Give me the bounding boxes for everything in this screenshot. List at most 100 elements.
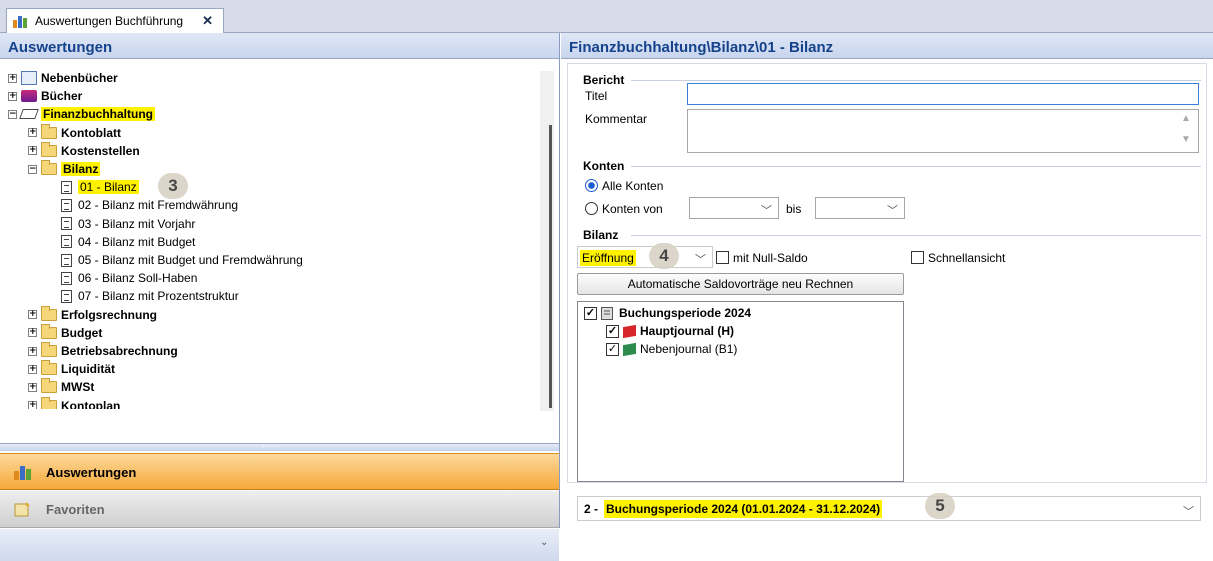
hauptjournal-label: Hauptjournal (H) [640,324,734,338]
folder-icon [41,396,57,409]
tree-node[interactable]: + Kontoplan [28,396,121,409]
expand-icon[interactable]: + [28,401,37,409]
tree-node[interactable]: + Budget [28,323,103,342]
tree-node-label: Kontoplan [61,398,121,409]
collapse-icon[interactable]: − [28,164,37,174]
hauptjournal-node[interactable]: ✓ Hauptjournal (H) [606,324,734,338]
nav-auswertungen[interactable]: Auswertungen [0,453,559,490]
left-panel-title: Auswertungen [0,33,559,59]
tree-node[interactable]: + MWSt [28,378,94,396]
reports-icon [13,14,29,28]
step-badge-4: 4 [649,243,679,269]
tree-node[interactable]: 05 - Bilanz mit Budget und Fremdwährung [48,251,303,269]
nebenjournal-label: Nebenjournal (B1) [640,342,738,356]
tree-node-label: Finanzbuchhaltung [41,107,155,122]
expand-icon[interactable]: + [28,328,37,338]
period-select-value: Buchungsperiode 2024 (01.01.2024 - 31.12… [604,500,883,518]
bis-label: bis [786,202,802,216]
konten-von-select[interactable]: ﹀ [689,197,779,219]
tree-node-label: 01 - Bilanz [78,180,139,195]
folder-icon [41,342,57,357]
nebenjournal-checkbox[interactable]: ✓ [606,342,619,356]
konten-von-label: Konten von [602,202,663,216]
books-icon [21,90,37,103]
tree-node[interactable]: 01 - Bilanz [48,178,139,196]
chevron-down-icon: ﹀ [1183,506,1194,518]
expand-icon[interactable]: + [8,73,17,83]
document-tab-bar: Auswertungen Buchführung ✕ [0,0,1213,33]
document-tab[interactable]: Auswertungen Buchführung ✕ [6,8,224,33]
tree-node[interactable]: + Kostenstellen [28,141,140,160]
nav-favoriten-label: Favoriten [46,502,105,517]
expand-icon[interactable]: + [28,346,37,356]
folder-icon [41,305,57,321]
tree-node[interactable]: 07 - Bilanz mit Prozentstruktur [48,287,239,305]
close-tab-icon[interactable]: ✕ [202,13,213,29]
tree-node[interactable]: − Bilanz [28,160,101,178]
tree-node[interactable]: + Liquidität [28,360,115,378]
expand-icon[interactable]: + [28,146,37,156]
chevron-down-icon: ﹀ [887,205,898,217]
nebenjournal-node[interactable]: ✓ Nebenjournal (B1) [606,342,737,356]
left-panel: Auswertungen + Nebenbücher + Bücher − Finanzb… [0,33,560,561]
tree-node[interactable]: + Nebenbücher [8,69,118,87]
period-node[interactable]: ✓ Buchungsperiode 2024 [584,306,751,320]
document-tab-label: Auswertungen Buchführung [35,14,184,28]
scroll-down-icon[interactable]: ▼ [1181,134,1191,145]
expand-icon[interactable]: + [28,128,37,138]
schnellansicht-checkbox[interactable] [911,251,924,264]
scroll-up-icon[interactable]: ▲ [1181,113,1191,124]
tree-node[interactable]: + Bücher [8,87,82,105]
tree-node[interactable]: + Kontoblatt [28,123,121,142]
tree-node[interactable]: 02 - Bilanz mit Fremdwährung [48,196,238,214]
tree-node[interactable]: + Erfolgsrechnung [28,305,158,324]
tree-node-label: Erfolgsrechnung [61,307,158,322]
tree-node[interactable]: 04 - Bilanz mit Budget [48,233,195,251]
panel-splitter[interactable]: ..... [0,439,559,451]
chevron-down-icon: ﹀ [761,205,772,217]
folder-icon [41,160,57,175]
nav-footer: ⌄ [0,529,559,561]
section-konten: Konten [583,159,625,173]
alle-konten-radio[interactable] [585,179,598,192]
period-checkbox[interactable]: ✓ [584,306,597,320]
subledger-icon [21,71,37,85]
expand-icon[interactable]: + [28,382,37,392]
report-icon [61,198,72,212]
bilanz-type-select[interactable]: Eröffnung ﹀ [577,246,713,268]
konten-von-radio[interactable] [585,202,598,215]
period-select[interactable]: 2 - Buchungsperiode 2024 (01.01.2024 - 3… [577,496,1201,521]
null-saldo-label: mit Null-Saldo [733,251,808,265]
hauptjournal-checkbox[interactable]: ✓ [606,324,619,338]
step-badge-3: 3 [158,173,188,199]
nav-chevron-icon[interactable]: ⌄ [540,537,548,548]
tree-node-label: Betriebsabrechnung [61,344,178,358]
null-saldo-checkbox[interactable] [716,251,729,264]
period-select-prefix: 2 - [584,502,599,516]
tree-node[interactable]: 06 - Bilanz Soll-Haben [48,269,197,287]
journal-tree: ✓ Buchungsperiode 2024 ✓ Hauptjournal (H… [577,301,904,482]
recalculate-button[interactable]: Automatische Saldovorträge neu Rechnen [577,273,904,295]
nav-auswertungen-label: Auswertungen [46,465,137,480]
tree-node[interactable]: − Finanzbuchhaltung [8,105,155,123]
tree-node[interactable]: + Betriebsabrechnung [28,342,178,360]
tree-node-label: Budget [61,325,103,340]
folder-icon [41,141,57,157]
tree-scrollbar-thumb[interactable] [549,125,552,408]
expand-icon[interactable]: + [28,310,37,320]
chevron-down-icon: ﹀ [695,254,706,266]
collapse-icon[interactable]: − [8,109,17,119]
expand-icon[interactable]: + [8,91,17,101]
report-icon [61,289,72,303]
tree-node-label: 04 - Bilanz mit Budget [78,234,196,249]
tree-node-label: 07 - Bilanz mit Prozentstruktur [78,289,239,304]
step-badge-5: 5 [925,493,955,519]
folder-icon [41,378,57,394]
expand-icon[interactable]: + [28,364,37,374]
konten-bis-select[interactable]: ﹀ [815,197,905,219]
titel-input[interactable] [687,83,1199,105]
kommentar-textarea[interactable] [687,109,1199,153]
kommentar-label: Kommentar [585,112,648,126]
tree-node[interactable]: 03 - Bilanz mit Vorjahr [48,215,195,233]
nav-favoriten[interactable]: Favoriten [0,491,559,528]
